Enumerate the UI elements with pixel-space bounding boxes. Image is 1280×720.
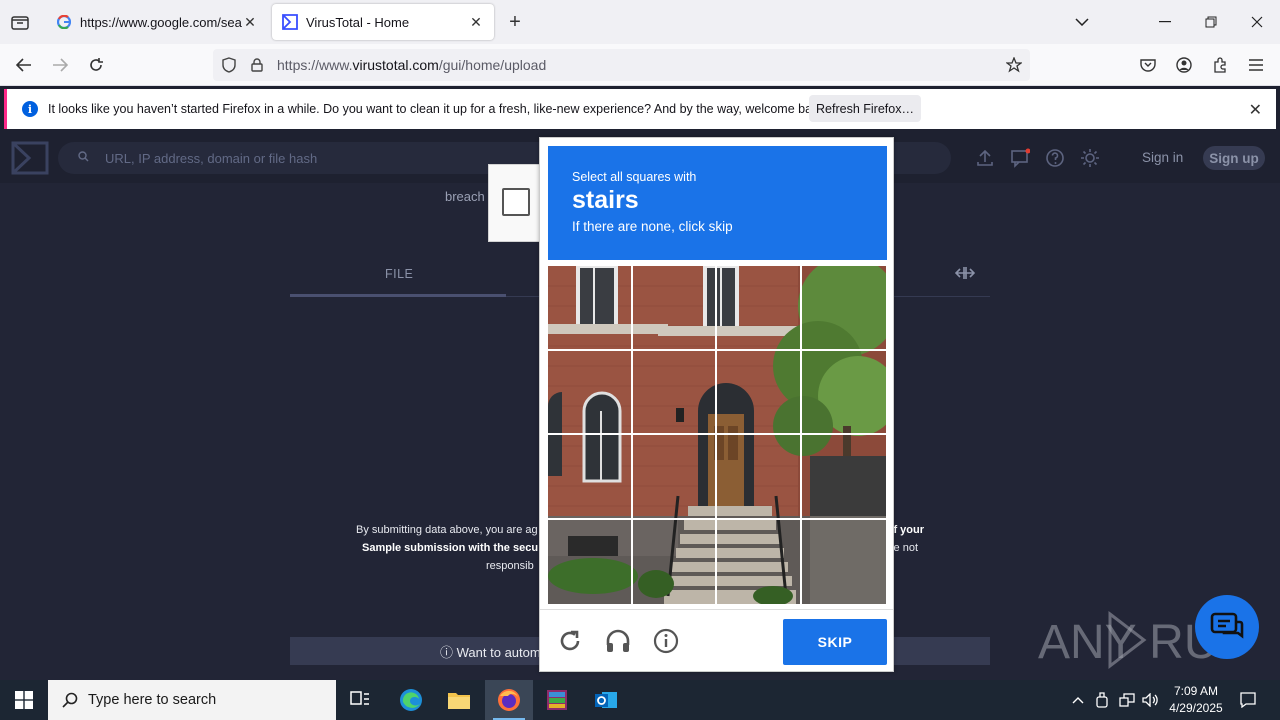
captcha-tile[interactable] [633,266,717,350]
captcha-tile[interactable] [717,266,801,350]
url-text: https://www.virustotal.com/gui/home/uplo… [277,57,547,73]
captcha-tile[interactable] [548,266,632,350]
captcha-footer: SKIP [540,609,893,671]
breach-text: breach [445,189,485,204]
account-icon[interactable] [1170,52,1198,78]
notification-message: It looks like you haven’t started Firefo… [48,102,829,116]
captcha-tile[interactable] [633,520,717,604]
reload-icon[interactable] [82,52,110,78]
refresh-firefox-button[interactable]: Refresh Firefox… [809,95,921,122]
captcha-tile[interactable] [633,351,717,435]
back-arrow-icon[interactable] [10,52,38,78]
virustotal-icon [282,14,298,30]
windows-start-icon[interactable] [0,680,48,720]
volume-icon[interactable] [1140,680,1162,720]
navigation-bar: https://www.virustotal.com/gui/home/uplo… [0,44,1280,86]
upload-icon[interactable] [975,148,995,168]
captcha-tile[interactable] [548,520,632,604]
clock-date: 4/29/2025 [1169,701,1223,715]
windows-taskbar: Type here to search 7:09 AM 4/29/2025 [0,680,1280,720]
chat-support-button[interactable] [1195,595,1259,659]
captcha-tile[interactable] [548,435,632,519]
close-tab-icon[interactable]: ✕ [242,14,258,30]
skip-button[interactable]: SKIP [783,619,887,665]
forward-arrow-icon[interactable] [46,52,74,78]
sign-in-link[interactable]: Sign in [1142,150,1183,165]
star-bookmark-icon[interactable] [1000,49,1028,81]
automate-text: Want to automat [456,644,552,660]
search-tab-icon[interactable] [955,265,975,281]
usb-device-icon[interactable] [1092,680,1112,720]
captcha-tile[interactable] [717,520,801,604]
restore-icon[interactable] [1196,10,1226,34]
network-icon[interactable] [1116,680,1138,720]
task-view-icon[interactable] [336,680,384,720]
tab-title: VirusTotal - Home [306,14,410,30]
audio-headphones-icon[interactable] [605,628,631,654]
info-circle-icon: ⓘ [440,644,454,660]
menu-icon[interactable] [1242,52,1270,78]
captcha-tile[interactable] [802,351,886,435]
captcha-tile[interactable] [633,435,717,519]
captcha-image-grid [548,266,886,604]
tab-file[interactable]: FILE [385,267,413,281]
pocket-icon[interactable] [1134,52,1162,78]
recaptcha-checkbox[interactable] [502,188,530,216]
file-explorer-icon[interactable] [435,680,483,720]
captcha-line1: Select all squares with [572,170,697,184]
notification-bar: i It looks like you haven’t started Fire… [4,89,1276,129]
browser-tab-strip: https://www.google.com/search ✕ VirusTot… [0,0,1280,44]
search-placeholder: URL, IP address, domain or file hash [105,150,318,166]
extensions-icon[interactable] [1206,52,1234,78]
new-tab-button[interactable]: + [503,10,527,34]
minimize-icon[interactable] [1150,10,1180,34]
search-icon [78,151,89,165]
tab-list-icon[interactable] [6,9,34,35]
captcha-tile[interactable] [717,351,801,435]
lock-icon[interactable] [243,49,271,81]
search-icon [62,692,78,708]
notification-chat-icon[interactable] [1010,148,1030,168]
captcha-tile[interactable] [548,351,632,435]
captcha-tile[interactable] [717,435,801,519]
outlook-icon[interactable] [582,680,630,720]
close-tab-icon[interactable]: ✕ [468,14,484,30]
tab-title: https://www.google.com/search [80,14,242,30]
winrar-icon[interactable] [533,680,581,720]
help-icon[interactable] [1045,148,1065,168]
taskbar-search-placeholder: Type here to search [88,692,217,708]
captcha-tile[interactable] [802,266,886,350]
shield-icon[interactable] [215,49,243,81]
theme-sun-icon[interactable] [1080,148,1100,168]
reload-captcha-icon[interactable] [557,628,583,654]
tab-file-underline [290,294,506,297]
recaptcha-checkbox-widget [488,164,540,242]
tab-google[interactable]: https://www.google.com/search ✕ [46,4,268,40]
captcha-tile[interactable] [802,520,886,604]
taskbar-search-input[interactable]: Type here to search [48,680,336,720]
sign-up-button[interactable]: Sign up [1203,146,1265,170]
virustotal-logo[interactable] [11,141,49,175]
google-g-icon [56,14,72,30]
captcha-line3: If there are none, click skip [572,219,733,234]
chevron-up-icon[interactable] [1068,680,1088,720]
close-icon[interactable]: ✕ [1249,100,1262,120]
captcha-tile[interactable] [802,435,886,519]
chat-bubble-icon [1210,612,1244,639]
tab-virustotal[interactable]: VirusTotal - Home ✕ [272,4,494,40]
captcha-instructions: Select all squares with stairs If there … [548,146,887,260]
firefox-icon[interactable] [485,680,533,720]
captcha-target: stairs [572,186,639,214]
info-circle-icon[interactable] [653,628,679,654]
chevron-down-icon[interactable] [1067,10,1097,34]
close-window-icon[interactable] [1242,10,1272,34]
clock-time: 7:09 AM [1173,684,1219,698]
edge-browser-icon[interactable] [387,680,435,720]
action-center-icon[interactable] [1236,680,1260,720]
url-bar[interactable]: https://www.virustotal.com/gui/home/uplo… [213,49,1030,81]
recaptcha-challenge: Select all squares with stairs If there … [539,137,894,672]
taskbar-clock[interactable]: 7:09 AM 4/29/2025 [1160,683,1232,717]
info-icon: i [22,101,38,117]
